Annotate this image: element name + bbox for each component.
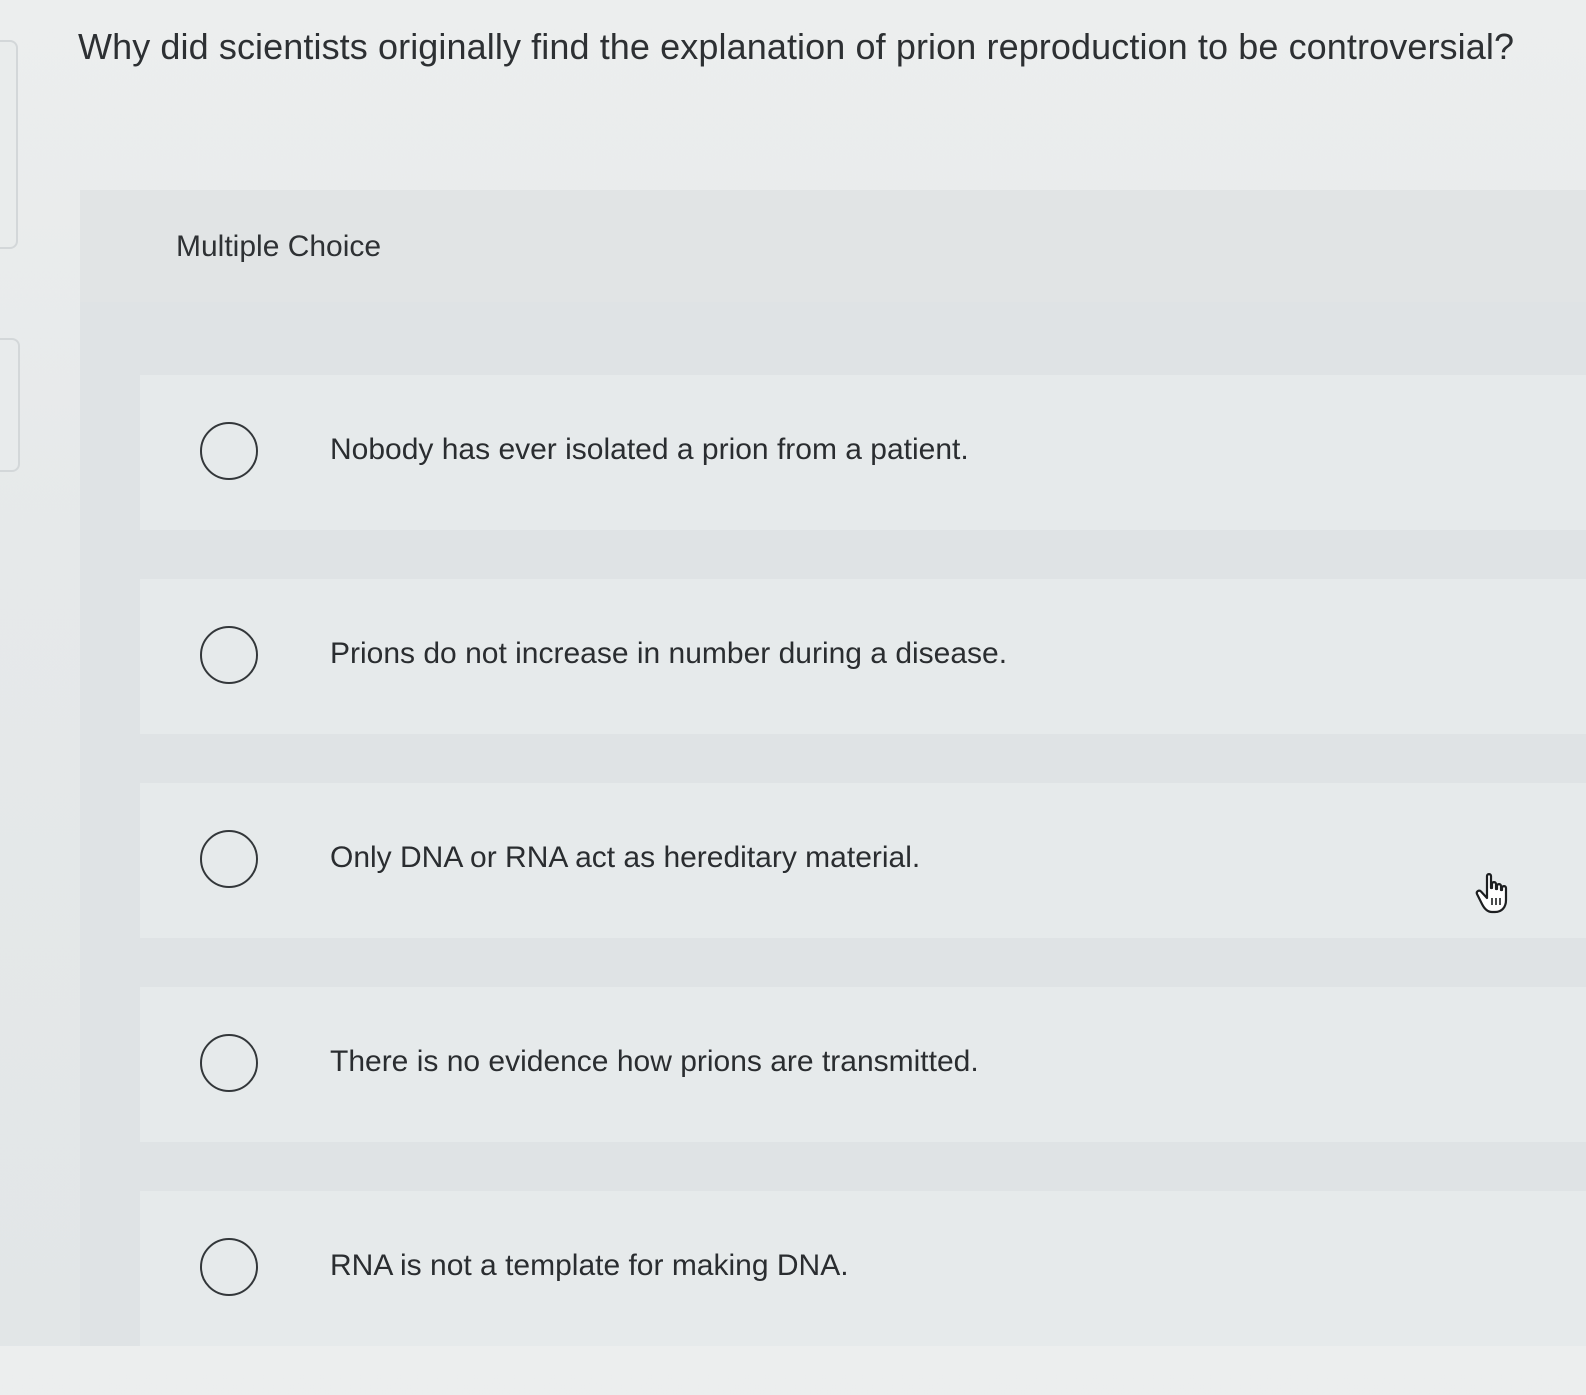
radio-unchecked-icon[interactable]	[200, 1238, 258, 1296]
multiple-choice-header: Multiple Choice	[80, 190, 1586, 302]
answer-option-4[interactable]: There is no evidence how prions are tran…	[140, 987, 1586, 1142]
radio-unchecked-icon[interactable]	[200, 1034, 258, 1092]
answer-options: Nobody has ever isolated a prion from a …	[140, 375, 1586, 1395]
answer-option-label[interactable]: RNA is not a template for making DNA.	[330, 1249, 849, 1283]
radio-unchecked-icon[interactable]	[200, 626, 258, 684]
answer-option-1[interactable]: Nobody has ever isolated a prion from a …	[140, 375, 1586, 530]
radio-unchecked-icon[interactable]	[200, 830, 258, 888]
radio-unchecked-icon[interactable]	[200, 422, 258, 480]
left-edge-panel	[0, 40, 18, 249]
left-edge-tab	[0, 338, 20, 472]
question-text: Why did scientists originally find the e…	[78, 26, 1515, 67]
hand-pointer-icon	[1475, 873, 1508, 914]
answer-option-label[interactable]: Nobody has ever isolated a prion from a …	[330, 433, 969, 467]
answer-option-3[interactable]: Only DNA or RNA act as hereditary materi…	[140, 783, 1586, 938]
answer-option-label[interactable]: There is no evidence how prions are tran…	[330, 1045, 979, 1079]
answer-option-5[interactable]: RNA is not a template for making DNA.	[140, 1191, 1586, 1346]
answer-option-2[interactable]: Prions do not increase in number during …	[140, 579, 1586, 734]
answer-option-label[interactable]: Only DNA or RNA act as hereditary materi…	[330, 841, 920, 875]
multiple-choice-label: Multiple Choice	[176, 230, 382, 263]
answer-option-label[interactable]: Prions do not increase in number during …	[330, 637, 1007, 671]
